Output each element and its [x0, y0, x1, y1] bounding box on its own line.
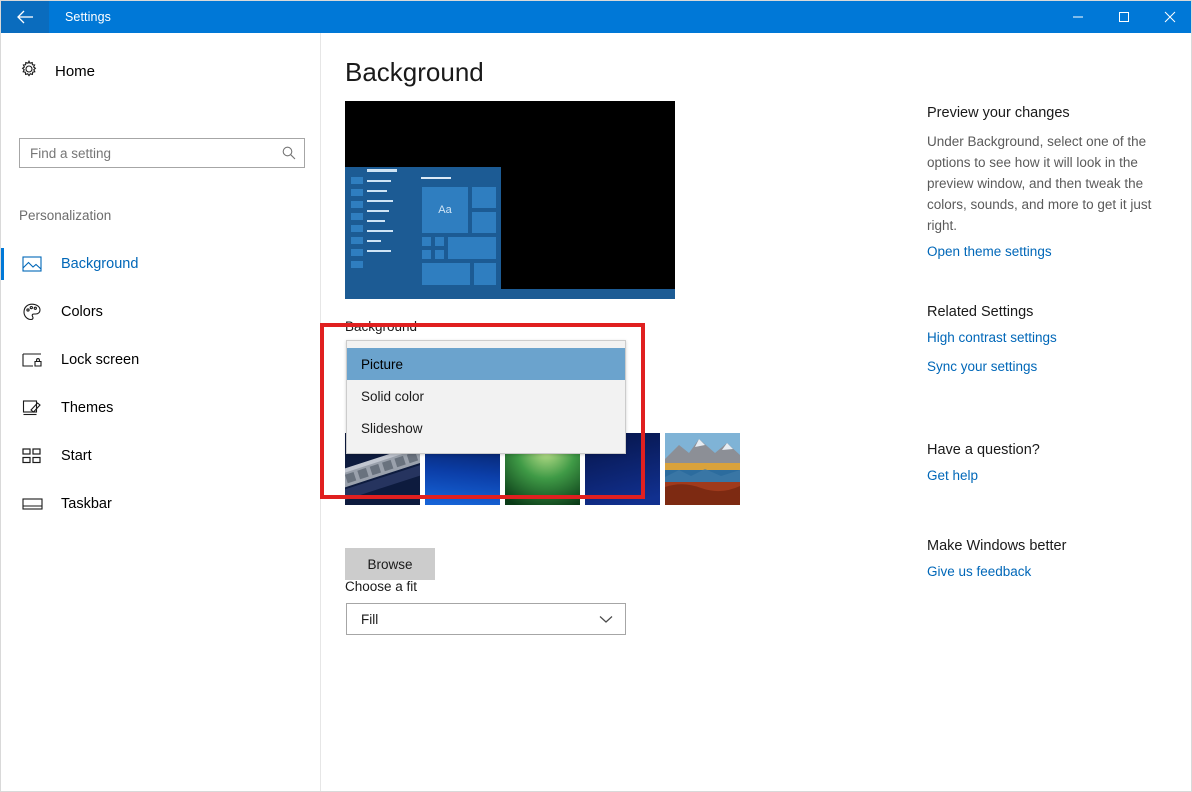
title-bar: Settings [1, 1, 1192, 33]
have-a-question-section: Have a question? Get help [927, 442, 1185, 497]
sidebar-home-label: Home [55, 63, 95, 80]
page-title: Background [345, 57, 484, 88]
preview-tile [434, 236, 445, 247]
dropdown-top-strip [347, 341, 625, 348]
give-us-feedback-link[interactable]: Give us feedback [927, 564, 1185, 579]
preview-start-rail [351, 177, 363, 273]
make-windows-better-section: Make Windows better Give us feedback [927, 538, 1185, 593]
sidebar-item-background[interactable]: Background [1, 240, 321, 288]
dropdown-option-solid-color[interactable]: Solid color [347, 380, 625, 412]
search-icon[interactable] [274, 145, 304, 161]
preview-tile [447, 236, 497, 260]
maximize-button[interactable] [1101, 1, 1147, 33]
picture-icon [19, 251, 45, 277]
choose-a-fit-dropdown[interactable]: Fill [346, 603, 626, 635]
high-contrast-settings-link[interactable]: High contrast settings [927, 330, 1185, 345]
make-windows-better-heading: Make Windows better [927, 538, 1185, 554]
preview-changes-section: Preview your changes Under Background, s… [927, 105, 1185, 273]
sidebar-item-label: Lock screen [61, 352, 139, 368]
preview-changes-heading: Preview your changes [927, 105, 1185, 121]
minimize-icon [1072, 11, 1084, 23]
right-panel: Preview your changes Under Background, s… [913, 33, 1192, 792]
preview-tile-text: Aa [438, 204, 451, 216]
preview-tiles: Aa [421, 186, 497, 286]
dropdown-option-slideshow[interactable]: Slideshow [347, 412, 625, 444]
sync-your-settings-link[interactable]: Sync your settings [927, 359, 1185, 374]
sidebar-item-lock-screen[interactable]: Lock screen [1, 336, 321, 384]
close-button[interactable] [1147, 1, 1192, 33]
preview-tile [471, 186, 497, 209]
related-settings-section: Related Settings High contrast settings … [927, 304, 1185, 388]
sidebar-item-label: Themes [61, 400, 113, 416]
preview-tile-large: Aa [421, 186, 469, 234]
preview-tile [473, 262, 497, 286]
choose-a-fit-label: Choose a fit [345, 579, 417, 594]
taskbar-icon [19, 491, 45, 517]
sidebar-item-label: Start [61, 448, 92, 464]
lock-screen-icon [19, 347, 45, 373]
window-title: Settings [49, 1, 111, 33]
sidebar-item-start[interactable]: Start [1, 432, 321, 480]
brush-icon [19, 395, 45, 421]
open-theme-settings-link[interactable]: Open theme settings [927, 244, 1185, 259]
sidebar: Home Personalization [1, 33, 321, 792]
start-tiles-icon [19, 443, 45, 469]
preview-tile [471, 211, 497, 234]
minimize-button[interactable] [1055, 1, 1101, 33]
preview-tile [421, 249, 432, 260]
settings-window: Settings [0, 0, 1192, 792]
sidebar-item-colors[interactable]: Colors [1, 288, 321, 336]
preview-tile [421, 262, 471, 286]
main-content: Background [322, 33, 912, 792]
preview-tile [434, 249, 445, 260]
sidebar-item-themes[interactable]: Themes [1, 384, 321, 432]
sidebar-item-label: Taskbar [61, 496, 112, 512]
sidebar-item-label: Colors [61, 304, 103, 320]
preview-taskbar [345, 289, 675, 299]
back-arrow-icon [16, 9, 34, 25]
have-a-question-heading: Have a question? [927, 442, 1185, 458]
background-field-label: Background [345, 319, 417, 334]
close-icon [1164, 11, 1176, 23]
browse-button[interactable]: Browse [345, 548, 435, 580]
chevron-down-icon [599, 612, 613, 627]
preview-app-list [367, 169, 397, 260]
sidebar-item-home[interactable]: Home [19, 59, 95, 84]
dropdown-bottom-pad [347, 444, 625, 453]
get-help-link[interactable]: Get help [927, 468, 1185, 483]
preview-start-menu: Aa [345, 167, 501, 289]
preview-tile [421, 236, 432, 247]
dropdown-option-picture[interactable]: Picture [347, 348, 625, 380]
palette-icon [19, 299, 45, 325]
preview-changes-body: Under Background, select one of the opti… [927, 131, 1185, 236]
choose-a-fit-value: Fill [361, 612, 378, 627]
thumbnail-mountain-lake[interactable] [665, 433, 740, 505]
gear-icon [19, 59, 39, 84]
sidebar-section-label: Personalization [19, 208, 111, 223]
window-controls [1055, 1, 1192, 33]
sidebar-item-taskbar[interactable]: Taskbar [1, 480, 321, 528]
sidebar-item-label: Background [61, 256, 138, 272]
sidebar-nav: Background Colors [1, 240, 321, 528]
related-settings-heading: Related Settings [927, 304, 1185, 320]
search-box[interactable] [19, 138, 305, 168]
maximize-icon [1118, 11, 1130, 23]
back-button[interactable] [1, 1, 49, 33]
search-input[interactable] [20, 139, 274, 167]
background-dropdown-list[interactable]: Picture Solid color Slideshow [346, 340, 626, 454]
desktop-preview: Aa [345, 101, 675, 299]
preview-tile-group-title [421, 177, 451, 179]
